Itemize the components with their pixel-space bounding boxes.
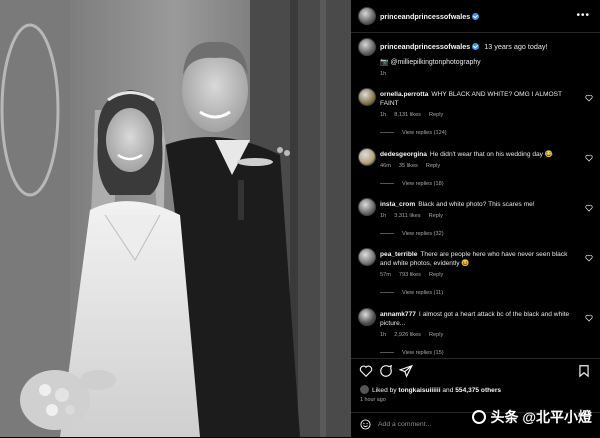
likes-user[interactable]: tongkaisuiiiiii	[398, 387, 440, 394]
comment-time: 1h	[380, 112, 387, 118]
more-options-icon[interactable]: •••	[576, 10, 590, 21]
liker-avatar	[360, 385, 369, 394]
caption-avatar[interactable]	[358, 38, 376, 56]
action-bar	[351, 358, 600, 381]
watermark-text: 头条 @北平小燈	[490, 409, 592, 425]
comment-text: He didn't wear that on his wedding day 😂	[429, 151, 554, 158]
comment-avatar[interactable]	[358, 308, 376, 326]
avatar[interactable]	[358, 7, 376, 25]
view-replies-button[interactable]: View replies (18)	[380, 181, 444, 187]
heart-icon[interactable]	[359, 364, 373, 378]
reply-button[interactable]: Reply	[426, 163, 440, 169]
comment-time: 57m	[380, 272, 391, 278]
comment-like-heart-icon[interactable]	[585, 204, 593, 212]
comment-item: annamk777 I almost got a heart attack bc …	[380, 310, 575, 328]
comment-like-heart-icon[interactable]	[585, 154, 593, 162]
likes-and: and	[442, 387, 454, 394]
instagram-post-view: princeandprincessofwales ••• princeandpr…	[0, 0, 600, 437]
likes-count[interactable]: 554,375 others	[455, 387, 501, 394]
view-replies-button[interactable]: View replies (124)	[380, 130, 447, 136]
comment-avatar[interactable]	[358, 198, 376, 216]
camera-icon: 📷	[380, 59, 389, 66]
view-replies-button[interactable]: View replies (32)	[380, 231, 444, 237]
view-replies-button[interactable]: View replies (15)	[380, 350, 444, 356]
comment-like-heart-icon[interactable]	[585, 94, 593, 102]
comment-meta: 57m 793 likes Reply	[380, 272, 443, 278]
reply-button[interactable]: Reply	[429, 213, 443, 219]
comment-like-heart-icon[interactable]	[585, 314, 593, 322]
likes-prefix: Liked by	[372, 387, 397, 394]
watermark-logo-icon	[472, 410, 487, 424]
post-photo[interactable]	[0, 0, 351, 437]
comment-likes[interactable]: 8,131 likes	[394, 112, 421, 118]
comment-like-heart-icon[interactable]	[585, 254, 593, 262]
reply-button[interactable]: Reply	[429, 332, 443, 338]
emoji-icon[interactable]	[360, 419, 371, 430]
verified-badge-icon	[472, 13, 480, 20]
comment-meta: 46m 35 likes Reply	[380, 163, 440, 169]
caption-time: 1h	[380, 71, 387, 77]
comment-avatar[interactable]	[358, 88, 376, 106]
comment-username[interactable]: ornella.perrotta	[380, 91, 428, 98]
header-username[interactable]: princeandprincessofwales	[380, 12, 480, 21]
comment-text: Black and white photo? This scares me!	[418, 201, 535, 208]
comment-time: 1h	[380, 332, 387, 338]
comment-icon[interactable]	[379, 364, 393, 378]
comment-item: dedesgeorgina He didn't wear that on his …	[380, 150, 575, 159]
photo-credit-link[interactable]: @milliepilkingtonphotography	[391, 59, 481, 66]
verified-badge-icon	[472, 43, 480, 50]
comment-avatar[interactable]	[358, 248, 376, 266]
post-sidebar: princeandprincessofwales ••• princeandpr…	[351, 0, 600, 437]
watermark: 头条 @北平小燈	[472, 407, 592, 427]
comment-username[interactable]: pea_terrible	[380, 251, 417, 258]
comment-likes[interactable]: 3,311 likes	[394, 213, 420, 219]
header-username-text[interactable]: princeandprincessofwales	[380, 12, 470, 21]
likes-summary: Liked by tongkaisuiiiiii and 554,375 oth…	[360, 385, 501, 394]
comment-likes[interactable]: 2,926 likes	[394, 332, 421, 338]
caption-text: 13 years ago today!	[484, 42, 548, 51]
reply-button[interactable]: Reply	[429, 272, 443, 278]
wedding-portrait-image	[0, 0, 351, 437]
post-time: 1 hour ago	[360, 397, 386, 403]
comment-likes[interactable]: 793 likes	[399, 272, 421, 278]
comment-item: pea_terrible There are people here who ha…	[380, 250, 575, 268]
comment-meta: 1h 2,926 likes Reply	[380, 332, 443, 338]
caption-line: princeandprincessofwales 13 years ago to…	[380, 42, 547, 51]
photo-credit: 📷 @milliepilkingtonphotography	[380, 58, 481, 66]
comment-meta: 1h 8,131 likes Reply	[380, 112, 443, 118]
comment-avatar[interactable]	[358, 148, 376, 166]
comment-meta: 1h 3,311 likes Reply	[380, 213, 443, 219]
comment-time: 1h	[380, 213, 387, 219]
comment-username[interactable]: annamk777	[380, 311, 416, 318]
view-replies-button[interactable]: View replies (11)	[380, 290, 443, 296]
post-header: princeandprincessofwales •••	[351, 0, 600, 33]
comment-item: ornella.perrotta WHY BLACK AND WHITE? OMG…	[380, 90, 575, 108]
comment-time: 46m	[380, 163, 391, 169]
comment-username[interactable]: dedesgeorgina	[380, 151, 427, 158]
share-icon[interactable]	[399, 364, 413, 378]
caption-username[interactable]: princeandprincessofwales	[380, 42, 470, 51]
add-comment-input[interactable]: Add a comment...	[378, 421, 431, 428]
comment-likes[interactable]: 35 likes	[399, 163, 418, 169]
bookmark-icon[interactable]	[577, 364, 591, 378]
comment-item: insta_crom Black and white photo? This sc…	[380, 200, 575, 209]
reply-button[interactable]: Reply	[429, 112, 443, 118]
comment-username[interactable]: insta_crom	[380, 201, 415, 208]
